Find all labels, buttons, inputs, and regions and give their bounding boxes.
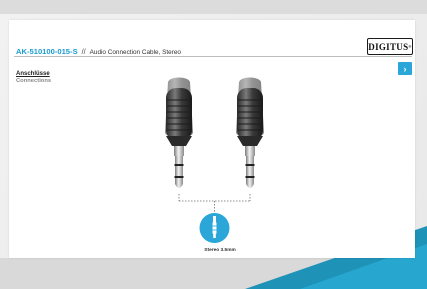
connector-badge [199, 213, 230, 243]
page: DIGITUS ® AK-510100-015-S // Audio Connec… [0, 0, 427, 289]
connector-label: Stereo 3.5mm [204, 248, 236, 253]
cable-illustration [165, 77, 264, 243]
connector-lines [178, 194, 251, 213]
right-plug [236, 77, 264, 188]
left-plug [165, 77, 193, 188]
